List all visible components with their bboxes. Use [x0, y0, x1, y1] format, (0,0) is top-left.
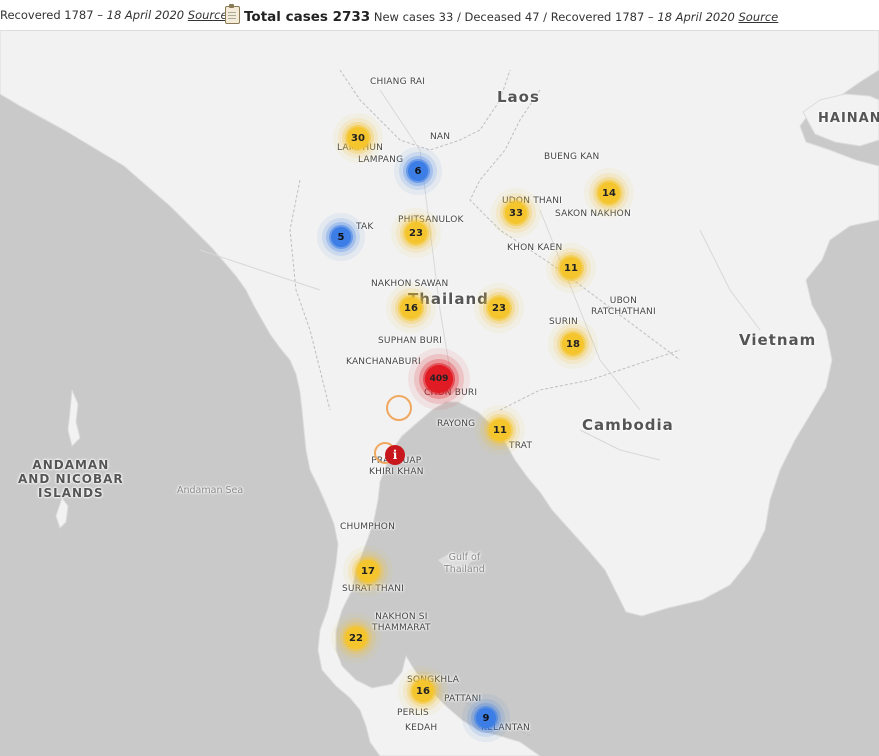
case-cluster-marker[interactable]: 14 [598, 182, 620, 204]
ticker-recovered: Recovered 1787 [0, 8, 94, 22]
info-icon[interactable]: i [385, 445, 405, 465]
ticker-date: 18 April 2020 [106, 8, 185, 22]
map-basemap [0, 30, 879, 756]
ticker-source-link[interactable]: Source [188, 8, 228, 22]
ticker-total-cases: Total cases 2733 [244, 9, 371, 25]
ticker-source-link[interactable]: Source [739, 10, 779, 24]
ticker-detail: New cases 33 / Deceased 47 / Recovered 1… [373, 10, 645, 24]
clipboard-icon [225, 4, 240, 24]
map-canvas[interactable]: Laos Thailand Vietnam Cambodia HAINAN AN… [0, 30, 879, 756]
case-cluster-marker[interactable]: 11 [489, 419, 511, 441]
case-cluster-marker[interactable]: 9 [476, 708, 496, 728]
ticker-date: 18 April 2020 [657, 10, 735, 24]
case-cluster-marker[interactable]: 30 [347, 127, 369, 149]
case-cluster-marker[interactable]: 18 [562, 333, 584, 355]
case-cluster-marker[interactable]: 23 [405, 222, 427, 244]
ticker-segment-current: Total cases 2733 New cases 33 / Deceased… [225, 4, 779, 25]
ticker-segment-prev: Recovered 1787 – 18 April 2020 Source [0, 8, 228, 22]
case-cluster-marker[interactable]: 11 [560, 257, 582, 279]
case-cluster-marker[interactable]: 16 [412, 680, 434, 702]
case-cluster-marker[interactable]: 5 [331, 227, 351, 247]
case-cluster-marker[interactable]: 33 [505, 202, 527, 224]
case-ring-marker[interactable] [386, 395, 412, 421]
case-cluster-marker[interactable]: 22 [345, 627, 367, 649]
case-cluster-marker[interactable]: 23 [488, 297, 510, 319]
case-cluster-marker[interactable]: 6 [408, 161, 428, 181]
case-cluster-marker[interactable]: 17 [357, 560, 379, 582]
news-ticker: Recovered 1787 – 18 April 2020 Source To… [0, 0, 879, 31]
case-cluster-marker-bangkok[interactable]: 409 [425, 365, 453, 393]
case-cluster-marker[interactable]: 16 [400, 297, 422, 319]
